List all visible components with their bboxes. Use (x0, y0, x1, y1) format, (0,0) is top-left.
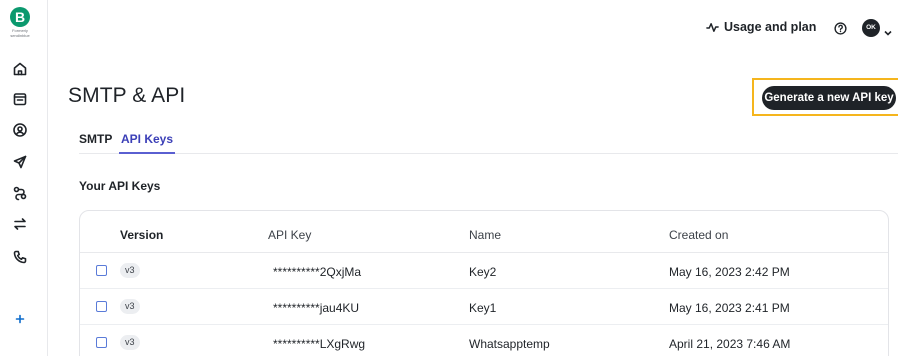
tab-api-keys[interactable]: API Keys (119, 132, 176, 154)
avatar[interactable]: OK (862, 19, 880, 37)
key-name: Key1 (469, 301, 497, 315)
api-keys-table: Version API Key Name Created on v3 *****… (79, 210, 889, 356)
tabs: SMTP API Keys (79, 128, 898, 154)
table-row: v3 **********LXgRwg Whatsapptemp April 2… (80, 325, 888, 356)
logo-subtitle: Formerly sendinblue (10, 28, 30, 38)
row-checkbox[interactable] (96, 337, 107, 348)
page-title: SMTP & API (68, 84, 186, 107)
tab-smtp[interactable]: SMTP (79, 132, 112, 154)
brevo-logo[interactable]: B (10, 7, 30, 27)
created-on: May 16, 2023 2:41 PM (669, 301, 790, 315)
home-icon[interactable] (11, 60, 29, 78)
version-badge: v3 (120, 299, 140, 314)
table-header: Version API Key Name Created on (80, 211, 888, 253)
section-label: Your API Keys (79, 179, 161, 193)
row-checkbox[interactable] (96, 301, 107, 312)
chevron-down-icon[interactable] (884, 24, 892, 36)
table-row: v3 **********2QxjMa Key2 May 16, 2023 2:… (80, 253, 888, 289)
sidebar: B Formerly sendinblue (0, 0, 48, 356)
created-on: April 21, 2023 7:46 AM (669, 337, 791, 351)
automation-icon[interactable] (11, 184, 29, 202)
highlight-box: Generate a new API key (752, 78, 898, 116)
header-api-key: API Key (268, 228, 312, 242)
phone-icon[interactable] (11, 248, 29, 266)
table-row: v3 **********jau4KU Key1 May 16, 2023 2:… (80, 289, 888, 325)
header-created-on: Created on (669, 228, 729, 242)
created-on: May 16, 2023 2:42 PM (669, 265, 790, 279)
generate-api-key-button[interactable]: Generate a new API key (762, 86, 896, 110)
activity-icon (706, 22, 719, 32)
usage-label: Usage and plan (724, 20, 817, 34)
api-key-value: **********LXgRwg (273, 337, 366, 351)
transfer-icon[interactable] (11, 215, 29, 233)
usage-and-plan-link[interactable]: Usage and plan (706, 20, 816, 34)
key-name: Key2 (469, 265, 497, 279)
key-name: Whatsapptemp (469, 337, 550, 351)
api-key-value: **********jau4KU (273, 301, 360, 315)
row-checkbox[interactable] (96, 265, 107, 276)
api-key-value: **********2QxjMa (273, 265, 362, 279)
version-badge: v3 (120, 263, 140, 278)
calendar-icon[interactable] (11, 90, 29, 108)
header-version: Version (120, 228, 164, 242)
version-badge: v3 (120, 335, 140, 350)
send-icon[interactable] (11, 153, 29, 171)
header-name: Name (469, 228, 502, 242)
plus-icon[interactable] (11, 310, 29, 328)
contacts-icon[interactable] (11, 121, 29, 139)
help-icon[interactable] (834, 22, 847, 35)
